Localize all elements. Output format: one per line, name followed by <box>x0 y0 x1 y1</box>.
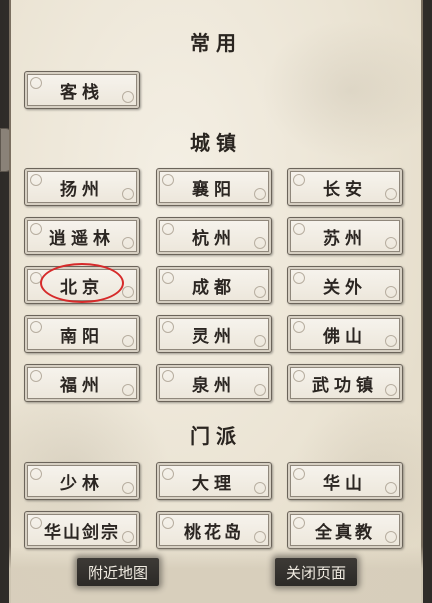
button-corner-ornament <box>385 286 397 298</box>
destination-button-chengdu[interactable]: 成都 <box>156 266 272 304</box>
destination-button-beijing[interactable]: 北京 <box>24 266 140 304</box>
map-travel-window: 常用 客栈 城镇 扬州 襄阳 长安 逍遥林 杭州 苏州 北京 成都 关外 南阳 … <box>0 0 432 603</box>
button-corner-ornament <box>385 188 397 200</box>
button-corner-ornament <box>293 370 305 382</box>
destination-button-foshan[interactable]: 佛山 <box>287 315 403 353</box>
button-corner-ornament <box>122 384 134 396</box>
button-corner-ornament <box>122 188 134 200</box>
nearby-map-button[interactable]: 附近地图 <box>77 558 159 586</box>
destination-button-huashan-jianzong[interactable]: 华山剑宗 <box>24 511 140 549</box>
destination-button-lingzhou[interactable]: 灵州 <box>156 315 272 353</box>
button-corner-ornament <box>162 223 174 235</box>
destination-button-changan[interactable]: 长安 <box>287 168 403 206</box>
button-corner-ornament <box>162 468 174 480</box>
close-page-button[interactable]: 关闭页面 <box>275 558 357 586</box>
button-corner-ornament <box>30 517 42 529</box>
button-corner-ornament <box>122 91 134 103</box>
button-corner-ornament <box>254 335 266 347</box>
destination-button-quanzhenjiao[interactable]: 全真教 <box>287 511 403 549</box>
button-corner-ornament <box>293 272 305 284</box>
destination-button-guanwai[interactable]: 关外 <box>287 266 403 304</box>
section-title-towns: 城镇 <box>190 131 242 155</box>
button-corner-ornament <box>254 188 266 200</box>
button-corner-ornament <box>293 321 305 333</box>
button-corner-ornament <box>254 482 266 494</box>
button-corner-ornament <box>30 370 42 382</box>
destination-button-xiaoyaolin[interactable]: 逍遥林 <box>24 217 140 255</box>
section-title-sects: 门派 <box>190 424 242 448</box>
button-corner-ornament <box>30 223 42 235</box>
button-corner-ornament <box>385 237 397 249</box>
footer-bar <box>9 546 423 603</box>
button-corner-ornament <box>385 482 397 494</box>
destination-button-xiangyang[interactable]: 襄阳 <box>156 168 272 206</box>
button-corner-ornament <box>30 468 42 480</box>
button-corner-ornament <box>122 286 134 298</box>
button-corner-ornament <box>122 482 134 494</box>
destination-button-fuzhou[interactable]: 福州 <box>24 364 140 402</box>
button-corner-ornament <box>162 370 174 382</box>
button-corner-ornament <box>162 174 174 186</box>
destination-button-nanyang[interactable]: 南阳 <box>24 315 140 353</box>
button-corner-ornament <box>30 272 42 284</box>
button-corner-ornament <box>254 237 266 249</box>
button-corner-ornament <box>30 77 42 89</box>
button-corner-ornament <box>254 286 266 298</box>
destination-button-huashan[interactable]: 华山 <box>287 462 403 500</box>
button-corner-ornament <box>30 321 42 333</box>
button-corner-ornament <box>293 223 305 235</box>
destination-button-wugongzhen[interactable]: 武功镇 <box>287 364 403 402</box>
button-corner-ornament <box>122 237 134 249</box>
button-corner-ornament <box>162 517 174 529</box>
destination-button-yangzhou[interactable]: 扬州 <box>24 168 140 206</box>
button-corner-ornament <box>254 384 266 396</box>
button-corner-ornament <box>293 517 305 529</box>
destination-button-inn[interactable]: 客栈 <box>24 71 140 109</box>
destination-button-suzhou[interactable]: 苏州 <box>287 217 403 255</box>
button-corner-ornament <box>385 384 397 396</box>
button-corner-ornament <box>293 174 305 186</box>
destination-button-quanzhou[interactable]: 泉州 <box>156 364 272 402</box>
button-corner-ornament <box>293 468 305 480</box>
destination-button-dali[interactable]: 大理 <box>156 462 272 500</box>
destination-button-hangzhou[interactable]: 杭州 <box>156 217 272 255</box>
button-corner-ornament <box>385 335 397 347</box>
button-corner-ornament <box>122 335 134 347</box>
section-title-common: 常用 <box>190 31 242 55</box>
destination-button-taohuadao[interactable]: 桃花岛 <box>156 511 272 549</box>
button-corner-ornament <box>162 321 174 333</box>
destination-button-shaolin[interactable]: 少林 <box>24 462 140 500</box>
button-corner-ornament <box>122 531 134 543</box>
button-corner-ornament <box>162 272 174 284</box>
button-corner-ornament <box>30 174 42 186</box>
button-corner-ornament <box>254 531 266 543</box>
button-corner-ornament <box>385 531 397 543</box>
